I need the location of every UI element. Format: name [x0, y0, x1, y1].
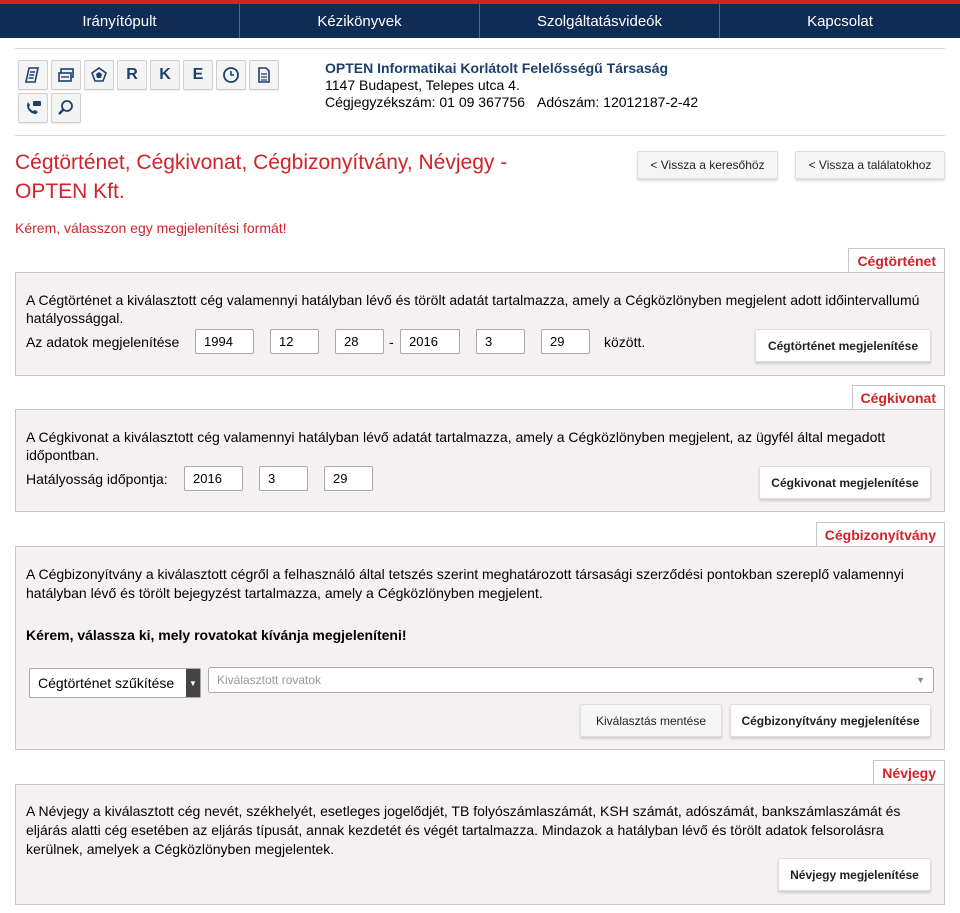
- tab-certificate: Cégbizonyítvány: [815, 522, 945, 547]
- page-title: Cégtörténet, Cégkivonat, Cégbizonyítvány…: [15, 151, 508, 203]
- tab-history: Cégtörténet: [848, 248, 945, 273]
- k-letter-icon[interactable]: K: [150, 60, 180, 90]
- business-card-description: A Névjegy a kiválasztott cég nevét, szék…: [26, 803, 901, 857]
- nav-dashboard[interactable]: Irányítópult: [0, 4, 240, 38]
- r-letter-icon[interactable]: R: [117, 60, 147, 90]
- extract-month-input[interactable]: 3: [259, 466, 308, 491]
- nav-manuals[interactable]: Kézikönyvek: [240, 4, 480, 38]
- selected-sections-multiselect[interactable]: Kiválasztott rovatok ▼: [208, 667, 934, 693]
- back-to-search-button[interactable]: < Vissza a keresőhöz: [637, 151, 778, 179]
- clock-icon[interactable]: [216, 60, 246, 90]
- history-to-day-input[interactable]: 29: [541, 329, 590, 354]
- document-icon[interactable]: [249, 60, 279, 90]
- nav-contact[interactable]: Kapcsolat: [720, 4, 960, 38]
- extract-year-input[interactable]: 2016: [184, 466, 243, 491]
- extract-day-input[interactable]: 29: [324, 466, 373, 491]
- chevron-down-icon: ▼: [186, 669, 200, 697]
- extract-panel: A Cégkivonat a kiválasztott cég valamenn…: [15, 409, 945, 512]
- history-to-month-input[interactable]: 3: [476, 329, 525, 354]
- multiselect-placeholder: Kiválasztott rovatok: [217, 673, 322, 687]
- date-range-dash: -: [389, 334, 394, 350]
- show-business-card-button[interactable]: Névjegy megjelenítése: [778, 858, 931, 891]
- company-ids: Cégjegyzékszám: 01 09 367756 Adószám: 120…: [325, 94, 698, 111]
- show-extract-button[interactable]: Cégkivonat megjelenítése: [759, 466, 931, 499]
- history-from-year-input[interactable]: 1994: [195, 329, 254, 354]
- extract-label: Hatályosság időpontja:: [26, 471, 168, 487]
- extract-description: A Cégkivonat a kiválasztott cég valamenn…: [26, 429, 886, 463]
- chevron-down-icon: ▼: [916, 675, 925, 685]
- history-description: A Cégtörténet a kiválasztott cég valamen…: [26, 292, 920, 326]
- narrowing-select-value: Cégtörténet szűkítése: [38, 675, 175, 691]
- business-card-panel: A Névjegy a kiválasztott cég nevét, szék…: [15, 784, 945, 905]
- history-panel: A Cégtörténet a kiválasztott cég valamen…: [15, 272, 945, 376]
- show-certificate-button[interactable]: Cégbizonyítvány megjelenítése: [730, 704, 931, 737]
- history-from-month-input[interactable]: 12: [270, 329, 319, 354]
- nav-videos[interactable]: Szolgáltatásvideók: [480, 4, 720, 38]
- certificate-description: A Cégbizonyítvány a kiválasztott cégről …: [26, 566, 904, 601]
- show-history-button[interactable]: Cégtörténet megjelenítése: [755, 329, 931, 362]
- search-icon[interactable]: [51, 93, 81, 123]
- tab-extract: Cégkivonat: [851, 385, 945, 410]
- narrowing-select[interactable]: Cégtörténet szűkítése ▼: [29, 668, 201, 698]
- document-list-icon[interactable]: [18, 60, 48, 90]
- top-navigation-bar: Irányítópult Kézikönyvek Szolgáltatásvid…: [0, 0, 960, 38]
- company-address: 1147 Budapest, Telepes utca 4.: [325, 77, 520, 93]
- company-name: OPTEN Informatikai Korlátolt Felelősségű…: [325, 60, 669, 76]
- certificate-instruction: Kérem, válassza ki, mely rovatokat kíván…: [26, 627, 407, 643]
- choose-format-prompt: Kérem, válasszon egy megjelenítési formá…: [15, 220, 287, 236]
- company-tax: Adószám: 12012187-2-42: [537, 94, 699, 110]
- company-info: OPTEN Informatikai Korlátolt Felelősségű…: [325, 60, 698, 111]
- id-card-icon[interactable]: [51, 60, 81, 90]
- divider: [15, 135, 945, 136]
- divider: [15, 48, 945, 49]
- tab-business-card: Névjegy: [873, 760, 945, 785]
- company-registry: Cégjegyzékszám: 01 09 367756: [325, 94, 526, 110]
- e-letter-icon[interactable]: E: [183, 60, 213, 90]
- between-label: között.: [604, 334, 646, 350]
- certificate-panel: A Cégbizonyítvány a kiválasztott cégről …: [15, 546, 945, 750]
- network-web-icon[interactable]: [84, 60, 114, 90]
- phone-chat-icon[interactable]: [18, 93, 48, 123]
- history-label: Az adatok megjelenítése: [26, 334, 180, 350]
- history-to-year-input[interactable]: 2016: [400, 329, 460, 354]
- back-to-results-button[interactable]: < Vissza a találatokhoz: [795, 151, 945, 179]
- save-selection-button[interactable]: Kiválasztás mentése: [580, 704, 722, 737]
- main-nav: Irányítópult Kézikönyvek Szolgáltatásvid…: [0, 4, 960, 38]
- history-from-day-input[interactable]: 28: [335, 329, 384, 354]
